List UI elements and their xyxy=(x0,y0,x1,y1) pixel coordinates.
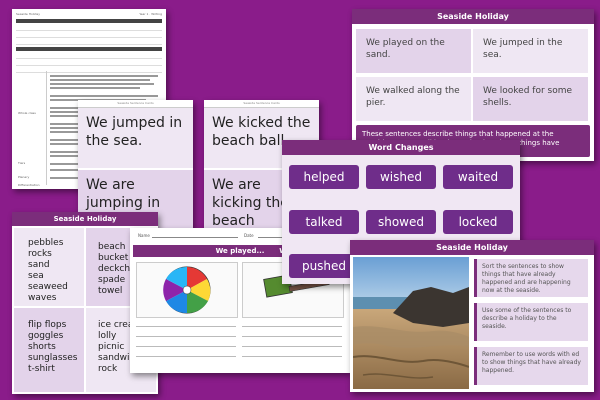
plan-header-bar xyxy=(16,19,162,23)
slide-header: Seaside Holiday xyxy=(352,9,594,24)
plan-row xyxy=(16,25,162,31)
worksheet-title: We played... xyxy=(215,247,265,255)
plan-subject: Year 1 · Writing xyxy=(139,12,162,16)
sentence-cell: We played on the sand. xyxy=(356,29,471,73)
word-column: flip flops goggles shorts sunglasses t-s… xyxy=(28,320,77,375)
seaside-photo-slide: Seaside Holiday Sort the sentences to sh… xyxy=(350,240,594,392)
seaside-sentences-slide: Seaside Holiday We played on the sand. W… xyxy=(352,9,594,161)
plan-side-label: Differentiation xyxy=(18,183,40,187)
sentence-cell: We jumped in the sea. xyxy=(473,29,588,73)
plan-side-column: Whole class Tiers Plenary Differentiatio… xyxy=(16,71,47,187)
word-tile: showed xyxy=(366,210,436,234)
word: goggles xyxy=(28,331,64,341)
sentence-cell: We looked for some shells. xyxy=(473,77,588,121)
plan-side-label: Whole class xyxy=(18,111,36,115)
word: sunglasses xyxy=(28,353,78,363)
sentence-card: We jumped in the sea. xyxy=(78,108,193,168)
word-tile: locked xyxy=(443,210,513,234)
word: flip flops xyxy=(28,320,67,330)
word-tile: talked xyxy=(289,210,359,234)
cards-page-title: Seaside Sentence Cards xyxy=(204,100,319,108)
instruction-tip: Sort the sentences to show things that h… xyxy=(474,259,588,297)
plan-row xyxy=(16,32,162,38)
plan-header-bar xyxy=(16,47,162,51)
word: waves xyxy=(28,293,57,303)
beach-ball-picture xyxy=(136,262,238,318)
date-label: Date xyxy=(244,233,254,238)
name-line xyxy=(152,237,238,238)
word: seaweed xyxy=(28,282,68,292)
plan-row xyxy=(16,60,162,66)
word: rocks xyxy=(28,249,52,259)
plan-side-label: Plenary xyxy=(18,175,30,179)
instruction-tip: Remember to use words with ed to show th… xyxy=(474,347,588,385)
instruction-tip: Use some of the sentences to describe a … xyxy=(474,303,588,341)
name-label: Name xyxy=(138,233,150,238)
word: pebbles xyxy=(28,238,64,248)
plan-side-label: Tiers xyxy=(18,161,26,165)
word-list-header: Seaside Holiday xyxy=(12,212,158,226)
cards-page-title: Seaside Sentence Cards xyxy=(78,100,193,108)
plan-row xyxy=(16,53,162,59)
beach-photo xyxy=(352,257,470,389)
word-tile: wished xyxy=(366,165,436,189)
sentence-cell: We walked along the pier. xyxy=(356,77,471,121)
word: sand xyxy=(28,260,50,270)
word-tile: pushed xyxy=(289,254,359,278)
plan-title: Seaside Holiday xyxy=(16,12,40,16)
word-tile: helped xyxy=(289,165,359,189)
sentence-cards-page: Seaside Sentence Cards We jumped in the … xyxy=(78,100,193,230)
word-column: pebbles rocks sand sea seaweed waves xyxy=(28,238,68,304)
word: sea xyxy=(28,271,44,281)
word: t-shirt xyxy=(28,364,55,374)
word: shorts xyxy=(28,342,56,352)
plan-row xyxy=(16,39,162,45)
slide-header: Seaside Holiday xyxy=(350,240,594,255)
word-changes-header: Word Changes xyxy=(282,140,520,155)
word-tile: waited xyxy=(443,165,513,189)
